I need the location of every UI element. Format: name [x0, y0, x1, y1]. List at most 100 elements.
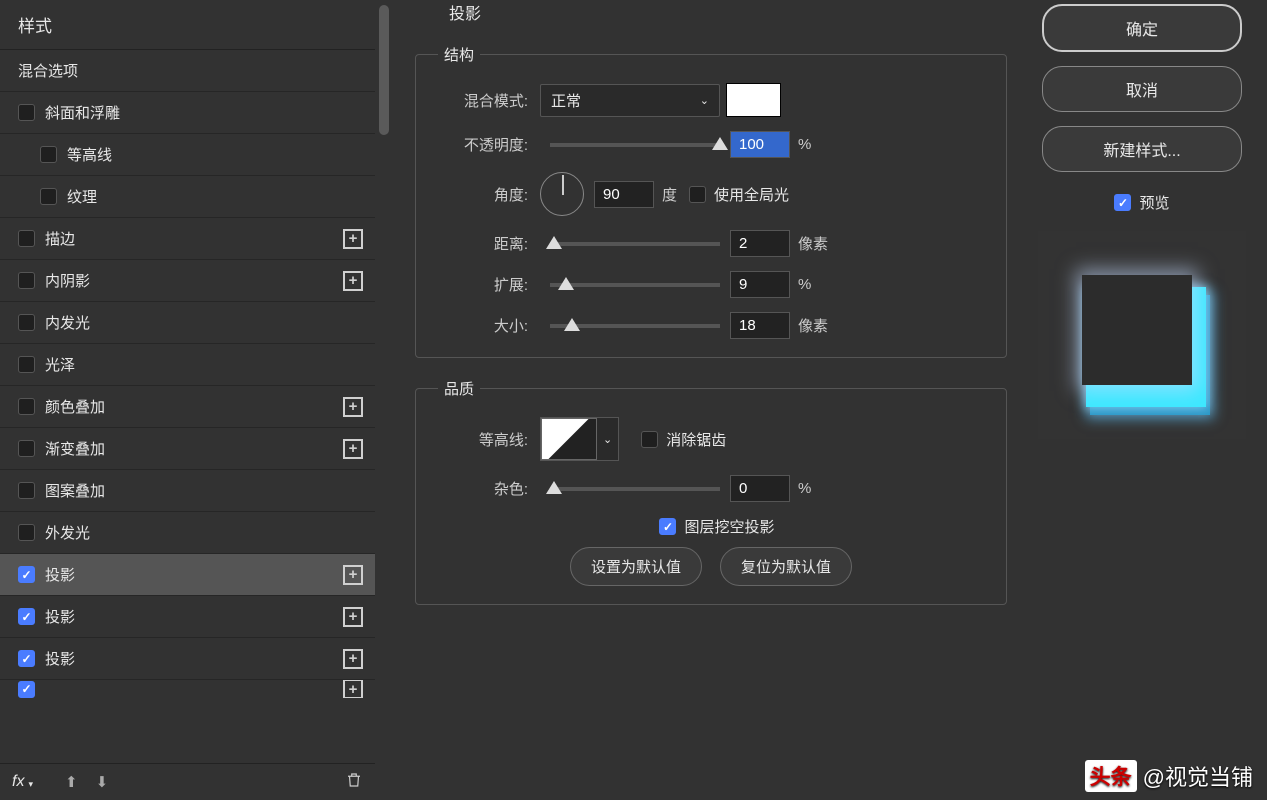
checkbox-icon[interactable] — [18, 440, 35, 457]
checkbox-icon[interactable] — [18, 314, 35, 331]
style-item[interactable]: 投影 + — [0, 638, 375, 680]
size-slider[interactable] — [550, 324, 720, 328]
opacity-input[interactable] — [730, 131, 790, 158]
add-effect-icon[interactable]: + — [343, 607, 363, 627]
checkbox-icon[interactable] — [18, 524, 35, 541]
new-style-button[interactable]: 新建样式... — [1042, 126, 1242, 172]
global-light-checkbox[interactable] — [689, 186, 706, 203]
contour-picker[interactable]: ⌄ — [540, 417, 619, 461]
spread-input[interactable] — [730, 271, 790, 298]
style-item[interactable]: 颜色叠加+ — [0, 386, 375, 428]
watermark: 头条 @视觉当铺 — [1085, 760, 1253, 792]
spread-label: 扩展: — [438, 274, 528, 295]
blend-mode-select[interactable]: 正常 ⌄ — [540, 84, 720, 117]
style-item-label: 描边 — [45, 228, 75, 249]
move-down-icon[interactable]: ⬇ — [96, 773, 109, 791]
noise-label: 杂色: — [438, 478, 528, 499]
blending-options-item[interactable]: 混合选项 — [0, 50, 375, 92]
add-effect-icon[interactable]: + — [343, 680, 363, 698]
style-item-label: 图案叠加 — [45, 480, 105, 501]
styles-sidebar: 样式 混合选项 斜面和浮雕等高线纹理描边 + 内阴影 + 内发光光泽颜色叠加+ 渐变叠加 +… — [0, 0, 395, 800]
panel-title: 投影 — [421, 0, 1013, 32]
antialias-checkbox[interactable] — [641, 431, 658, 448]
spread-slider[interactable] — [550, 283, 720, 287]
preview-thumbnail — [1038, 231, 1246, 439]
fx-menu[interactable]: fx — [12, 773, 24, 791]
add-effect-icon[interactable]: + — [343, 229, 363, 249]
checkbox-icon[interactable] — [18, 650, 35, 667]
checkbox-icon[interactable] — [18, 272, 35, 289]
checkbox-icon[interactable] — [18, 398, 35, 415]
checkbox-icon[interactable] — [18, 356, 35, 373]
distance-input[interactable] — [730, 230, 790, 257]
size-input[interactable] — [730, 312, 790, 339]
checkbox-icon[interactable] — [18, 608, 35, 625]
style-item[interactable]: 光泽 — [0, 344, 375, 386]
style-item-label: 斜面和浮雕 — [45, 102, 120, 123]
checkbox-icon[interactable] — [18, 482, 35, 499]
chevron-down-icon[interactable]: ▾ — [28, 779, 33, 790]
style-item[interactable]: 等高线 — [0, 134, 375, 176]
add-effect-icon[interactable]: + — [343, 439, 363, 459]
chevron-down-icon: ⌄ — [597, 433, 618, 446]
set-default-button[interactable]: 设置为默认值 — [570, 547, 702, 586]
style-item[interactable]: 内发光 — [0, 302, 375, 344]
styles-header: 样式 — [0, 0, 375, 50]
add-effect-icon[interactable]: + — [343, 565, 363, 585]
style-item-label: 纹理 — [67, 186, 97, 207]
chevron-down-icon: ⌄ — [700, 94, 709, 107]
distance-label: 距离: — [438, 233, 528, 254]
trash-icon[interactable] — [345, 770, 363, 794]
noise-input[interactable] — [730, 475, 790, 502]
knockout-checkbox[interactable] — [659, 518, 676, 535]
style-item-label: 光泽 — [45, 354, 75, 375]
preview-label: 预览 — [1139, 192, 1169, 213]
style-item[interactable]: 图案叠加 — [0, 470, 375, 512]
shadow-color-swatch[interactable] — [726, 83, 781, 117]
style-item-label: 内发光 — [45, 312, 90, 333]
checkbox-icon[interactable] — [18, 566, 35, 583]
add-effect-icon[interactable]: + — [343, 649, 363, 669]
effect-settings-panel: 投影 结构 混合模式: 正常 ⌄ 不透明度: % 角度: — [395, 0, 1027, 800]
checkbox-icon[interactable] — [40, 146, 57, 163]
angle-dial[interactable] — [540, 172, 584, 216]
style-item[interactable]: 投影 + — [0, 596, 375, 638]
sidebar-scrollbar[interactable] — [375, 0, 395, 800]
quality-group: 品质 等高线: ⌄ 消除锯齿 杂色: % — [415, 378, 1007, 605]
contour-label: 等高线: — [438, 429, 528, 450]
style-item-label: 投影 — [45, 648, 75, 669]
add-effect-icon[interactable]: + — [343, 397, 363, 417]
style-item-label: 投影 — [45, 606, 75, 627]
angle-label: 角度: — [438, 184, 528, 205]
checkbox-icon[interactable] — [18, 230, 35, 247]
angle-input[interactable] — [594, 181, 654, 208]
checkbox-icon[interactable] — [18, 104, 35, 121]
style-item[interactable]: 渐变叠加 + — [0, 428, 375, 470]
style-item-label: 投影 — [45, 564, 75, 585]
style-item[interactable]: 斜面和浮雕 — [0, 92, 375, 134]
style-item-label: 内阴影 — [45, 270, 90, 291]
noise-slider[interactable] — [550, 487, 720, 491]
style-item-truncated[interactable]: + — [0, 680, 375, 698]
style-item[interactable]: 外发光 — [0, 512, 375, 554]
checkbox-icon[interactable] — [40, 188, 57, 205]
cancel-button[interactable]: 取消 — [1042, 66, 1242, 112]
ok-button[interactable]: 确定 — [1042, 4, 1242, 52]
opacity-label: 不透明度: — [438, 134, 528, 155]
preview-checkbox[interactable] — [1114, 194, 1131, 211]
move-up-icon[interactable]: ⬆ — [65, 773, 78, 791]
checkbox-icon[interactable] — [18, 681, 35, 698]
style-item-label: 渐变叠加 — [45, 438, 105, 459]
structure-group: 结构 混合模式: 正常 ⌄ 不透明度: % 角度: 度 — [415, 44, 1007, 358]
size-label: 大小: — [438, 315, 528, 336]
style-item[interactable]: 投影 + — [0, 554, 375, 596]
style-item[interactable]: 描边 + — [0, 218, 375, 260]
reset-default-button[interactable]: 复位为默认值 — [720, 547, 852, 586]
blend-mode-label: 混合模式: — [438, 90, 528, 111]
style-item-label: 外发光 — [45, 522, 90, 543]
opacity-slider[interactable] — [550, 143, 720, 147]
distance-slider[interactable] — [550, 242, 720, 246]
style-item[interactable]: 纹理 — [0, 176, 375, 218]
add-effect-icon[interactable]: + — [343, 271, 363, 291]
style-item[interactable]: 内阴影 + — [0, 260, 375, 302]
